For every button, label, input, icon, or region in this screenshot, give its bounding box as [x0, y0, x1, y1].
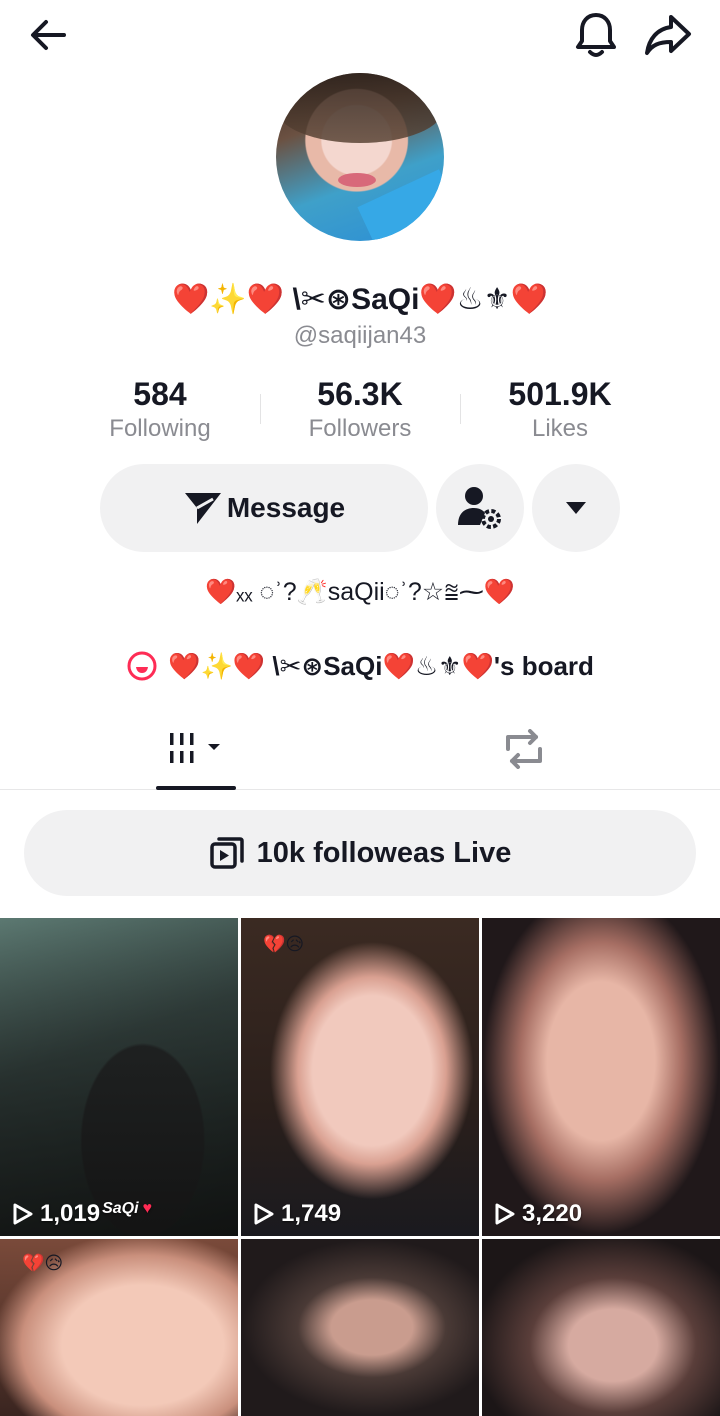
play-outline-icon [254, 1203, 274, 1225]
repost-icon [506, 729, 542, 769]
view-count-value: 3,220 [522, 1200, 583, 1227]
view-count-value: 1,749 [281, 1200, 342, 1227]
playlist-icon [209, 837, 244, 869]
heart-sticker-icon: 💔😥 [263, 934, 305, 954]
video-thumbnail[interactable] [241, 1239, 479, 1416]
heart-sticker-icon: 💔😥 [22, 1253, 64, 1273]
view-count: 1,019 SaQi ♥ [12, 1200, 152, 1228]
video-thumbnail[interactable]: 1,019 SaQi ♥ [0, 918, 238, 1236]
profile-stats: 584 Following 56.3K Followers 501.9K Lik… [60, 374, 660, 448]
view-count: 3,220 [494, 1200, 582, 1228]
stat-followers[interactable]: 56.3K Followers [260, 374, 460, 448]
board-label: ❤️✨❤️ \✂⊛SaQi❤️♨⚜❤️'s board [168, 650, 594, 681]
video-grid: 1,019 SaQi ♥ 💔😥 1,749 3,220 💔😥 [0, 918, 720, 1416]
message-label: Message [226, 492, 346, 523]
video-thumbnail[interactable]: 3,220 [482, 918, 720, 1236]
display-name: ❤️✨❤️ \✂⊛SaQi❤️♨⚜❤️ [172, 283, 548, 316]
play-outline-icon [13, 1203, 33, 1225]
view-count: 1,749 [253, 1200, 341, 1228]
board-icon [127, 651, 157, 681]
profile-bio: ❤️ₓₓ ◌ʾ?🥂sаQii◌ʾ?☆⩰⁓❤️ [205, 578, 515, 606]
arrow-left-icon [31, 20, 66, 50]
board-link[interactable]: ❤️✨❤️ \✂⊛SaQi❤️♨⚜❤️'s board [0, 644, 720, 688]
active-tab-indicator [156, 786, 236, 790]
back-button[interactable] [20, 10, 76, 60]
followers-label: Followers [308, 415, 412, 442]
profile-avatar[interactable] [276, 73, 444, 241]
following-count: 584 [133, 376, 187, 412]
notification-button[interactable] [568, 8, 624, 62]
share-arrow-icon [645, 15, 691, 55]
tab-reposts[interactable] [484, 708, 564, 790]
profile-actions: Message [100, 464, 620, 552]
following-label: Following [109, 415, 211, 442]
avatar-lips [338, 173, 376, 187]
send-icon [184, 493, 221, 524]
likes-label: Likes [531, 415, 589, 442]
content-tabs [0, 708, 720, 790]
play-outline-icon [495, 1203, 515, 1225]
view-count-value: 1,019 [40, 1200, 101, 1227]
person-gear-icon [458, 487, 501, 529]
username-handle: @saqiijan43 [293, 322, 427, 349]
stat-likes[interactable]: 501.9K Likes [460, 374, 660, 448]
tab-videos[interactable] [156, 708, 236, 790]
follow-settings-button[interactable] [436, 464, 524, 552]
caret-down-icon [566, 502, 586, 514]
video-watermark: SaQi [102, 1200, 139, 1217]
followers-count: 56.3K [317, 376, 403, 412]
playlist-button[interactable]: 10k followeas Live [24, 810, 696, 896]
avatar-hair [276, 73, 444, 143]
video-thumbnail[interactable] [482, 1239, 720, 1416]
top-bar [0, 0, 720, 70]
playlist-label: 10k followeas Live [256, 836, 512, 869]
more-dropdown-button[interactable] [532, 464, 620, 552]
bell-icon [576, 13, 616, 57]
stat-following[interactable]: 584 Following [60, 374, 260, 448]
message-button[interactable]: Message [100, 464, 428, 552]
grid-bars-icon [170, 733, 220, 763]
video-thumbnail[interactable]: 💔😥 1,749 [241, 918, 479, 1236]
likes-count: 501.9K [508, 376, 612, 412]
heart-icon: ♥ [142, 1200, 153, 1217]
share-button[interactable] [640, 8, 696, 62]
video-thumbnail[interactable]: 💔😥 [0, 1239, 238, 1416]
